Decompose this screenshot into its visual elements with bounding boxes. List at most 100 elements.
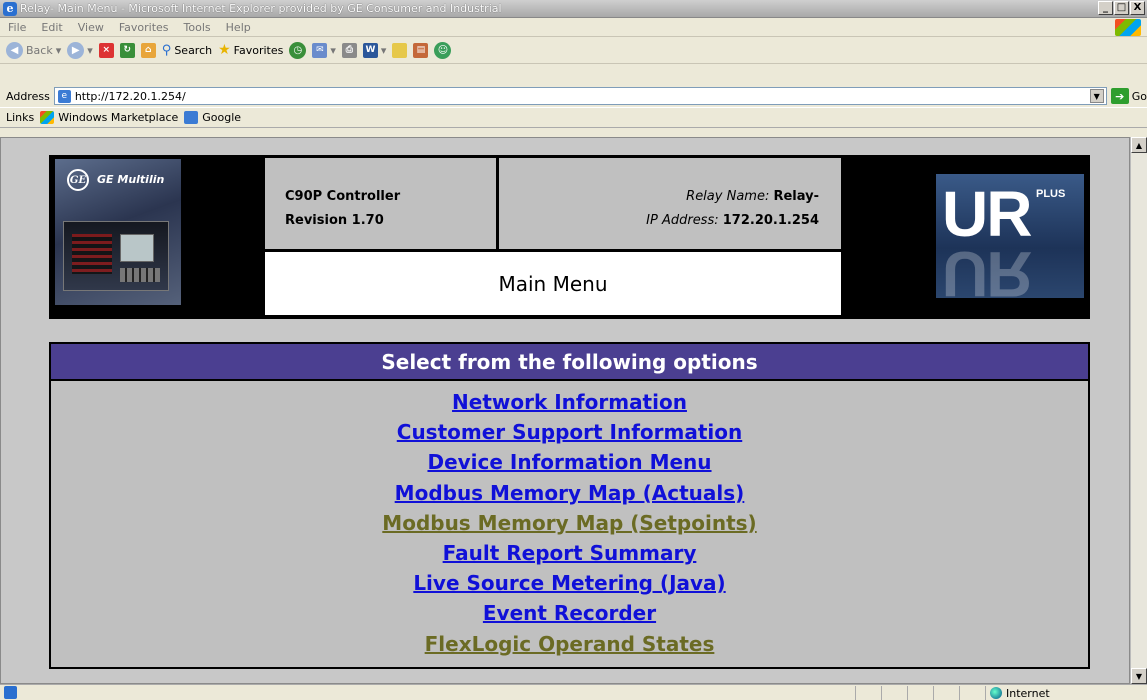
back-arrow-icon: ◀ bbox=[6, 41, 23, 59]
option-link-device-information-menu[interactable]: Device Information Menu bbox=[427, 450, 711, 474]
options-panel: Select from the following options Networ… bbox=[49, 342, 1090, 669]
option-link-event-recorder[interactable]: Event Recorder bbox=[483, 601, 656, 625]
device-revision: Revision 1.70 bbox=[285, 213, 384, 228]
relay-header: GE GE Multilin C90P Controller Revision … bbox=[49, 155, 1090, 319]
options-list: Network Information Customer Support Info… bbox=[51, 381, 1088, 659]
go-label: Go bbox=[1131, 89, 1147, 103]
option-link-live-source-metering-java[interactable]: Live Source Metering (Java) bbox=[413, 571, 725, 595]
address-bar: Address e http://172.20.1.254/ ▼ ➔ Go bbox=[0, 86, 1147, 106]
page-viewport: GE GE Multilin C90P Controller Revision … bbox=[0, 137, 1130, 684]
relay-name: Relay- bbox=[773, 189, 819, 204]
search-button[interactable]: ⚲ Search bbox=[162, 43, 212, 58]
window-controls: _ □ X bbox=[1098, 1, 1145, 15]
refresh-button[interactable]: ↻ bbox=[119, 42, 135, 58]
menu-edit[interactable]: Edit bbox=[41, 21, 62, 34]
mail-button[interactable]: ✉ ▾ bbox=[312, 42, 336, 58]
title-bar: e Relay- Main Menu - Microsoft Internet … bbox=[0, 0, 1147, 18]
messenger-button[interactable]: ☺ bbox=[434, 41, 452, 59]
menu-help[interactable]: Help bbox=[226, 21, 251, 34]
refresh-icon: ↻ bbox=[119, 42, 135, 58]
option-link-network-information[interactable]: Network Information bbox=[452, 390, 687, 414]
links-bar: Links Windows Marketplace Google bbox=[0, 107, 1147, 128]
go-button[interactable]: ➔ Go bbox=[1110, 88, 1147, 104]
option-item: Fault Report Summary bbox=[51, 538, 1088, 568]
back-button[interactable]: ◀ Back ▾ bbox=[6, 41, 62, 59]
close-button[interactable]: X bbox=[1130, 1, 1145, 15]
mail-icon: ✉ bbox=[312, 42, 328, 58]
toolbar: ◀ Back ▾ ▶ ▾ × ↻ ⌂ ⚲ Search ★ Favorites … bbox=[0, 37, 1147, 64]
menu-favorites[interactable]: Favorites bbox=[119, 21, 169, 34]
scroll-up-button[interactable]: ▲ bbox=[1131, 137, 1147, 153]
options-heading: Select from the following options bbox=[51, 344, 1088, 381]
menu-view[interactable]: View bbox=[78, 21, 104, 34]
back-dropdown-icon[interactable]: ▾ bbox=[56, 44, 62, 57]
option-link-customer-support-information[interactable]: Customer Support Information bbox=[397, 420, 742, 444]
ie-icon: e bbox=[3, 1, 17, 16]
option-item: Customer Support Information bbox=[51, 417, 1088, 447]
print-icon: ⎙ bbox=[341, 42, 357, 58]
messenger-icon: ☺ bbox=[434, 41, 452, 59]
folder-icon bbox=[392, 42, 408, 58]
research-button[interactable]: ▤ bbox=[413, 42, 429, 58]
scroll-down-button[interactable]: ▼ bbox=[1131, 668, 1147, 684]
relay-name-label: Relay Name: bbox=[686, 189, 770, 204]
favorites-button[interactable]: ★ Favorites bbox=[218, 42, 283, 58]
links-label: Links bbox=[6, 111, 35, 124]
option-item: Modbus Memory Map (Setpoints) bbox=[51, 508, 1088, 538]
ur-plus-logo: UR PLUS UR bbox=[936, 174, 1084, 298]
folder-button[interactable] bbox=[392, 42, 408, 58]
ie-page-icon bbox=[184, 111, 199, 124]
option-link-fault-report-summary[interactable]: Fault Report Summary bbox=[443, 541, 697, 565]
ip-address: 172.20.1.254 bbox=[722, 213, 819, 228]
ge-logo: GE bbox=[67, 169, 89, 191]
page-icon: e bbox=[57, 89, 71, 103]
forward-arrow-icon: ▶ bbox=[67, 41, 85, 59]
device-info-cell: C90P Controller Revision 1.70 bbox=[264, 157, 497, 250]
search-icon: ⚲ bbox=[161, 42, 172, 58]
option-item: Modbus Memory Map (Actuals) bbox=[51, 478, 1088, 508]
link-windows-marketplace[interactable]: Windows Marketplace bbox=[40, 111, 178, 124]
home-button[interactable]: ⌂ bbox=[140, 42, 156, 58]
option-link-flexlogic-operand-states[interactable]: FlexLogic Operand States bbox=[425, 632, 715, 656]
status-bar: Internet bbox=[0, 684, 1147, 700]
edit-button[interactable]: W ▾ bbox=[362, 42, 387, 58]
option-item: Live Source Metering (Java) bbox=[51, 568, 1088, 598]
print-button[interactable]: ⎙ bbox=[341, 42, 357, 58]
forward-dropdown-icon[interactable]: ▾ bbox=[87, 44, 93, 57]
history-button[interactable]: ◷ bbox=[289, 41, 307, 59]
address-url: http://172.20.1.254/ bbox=[74, 89, 186, 103]
option-item: Network Information bbox=[51, 387, 1088, 417]
mail-dropdown-icon[interactable]: ▾ bbox=[330, 44, 336, 57]
minimize-button[interactable]: _ bbox=[1098, 1, 1113, 15]
status-page-icon bbox=[4, 686, 17, 699]
option-item: Device Information Menu bbox=[51, 447, 1088, 477]
page-title: Main Menu bbox=[264, 251, 842, 316]
relay-device-image bbox=[63, 221, 169, 291]
go-arrow-icon: ➔ bbox=[1110, 88, 1129, 104]
option-item: FlexLogic Operand States bbox=[51, 629, 1088, 659]
window-title: Relay- Main Menu - Microsoft Internet Ex… bbox=[20, 2, 502, 15]
forward-button[interactable]: ▶ ▾ bbox=[67, 41, 93, 59]
word-icon: W bbox=[362, 42, 378, 58]
windows-flag-icon bbox=[40, 111, 55, 124]
option-link-modbus-memory-map-setpoints[interactable]: Modbus Memory Map (Setpoints) bbox=[382, 511, 756, 535]
stop-button[interactable]: × bbox=[98, 42, 114, 58]
vertical-scrollbar[interactable]: ▲ ▼ bbox=[1130, 137, 1147, 684]
menu-file[interactable]: File bbox=[8, 21, 26, 34]
option-link-modbus-memory-map-actuals[interactable]: Modbus Memory Map (Actuals) bbox=[395, 481, 745, 505]
zone-label: Internet bbox=[1006, 686, 1050, 700]
menu-tools[interactable]: Tools bbox=[184, 21, 211, 34]
device-model: C90P Controller bbox=[285, 189, 401, 204]
brand-name: GE Multilin bbox=[97, 173, 165, 186]
ip-address-label: IP Address: bbox=[646, 213, 719, 228]
home-icon: ⌂ bbox=[140, 42, 156, 58]
link-google[interactable]: Google bbox=[184, 111, 241, 124]
research-icon: ▤ bbox=[413, 42, 429, 58]
security-zone: Internet bbox=[985, 686, 1050, 700]
maximize-button[interactable]: □ bbox=[1114, 1, 1129, 15]
relay-info-cell: Relay Name: Relay- IP Address: 172.20.1.… bbox=[498, 157, 842, 250]
address-dropdown-icon[interactable]: ▼ bbox=[1089, 89, 1104, 103]
address-input[interactable]: e http://172.20.1.254/ ▼ bbox=[53, 87, 1107, 105]
option-item: Event Recorder bbox=[51, 598, 1088, 628]
edit-dropdown-icon[interactable]: ▾ bbox=[381, 44, 387, 57]
